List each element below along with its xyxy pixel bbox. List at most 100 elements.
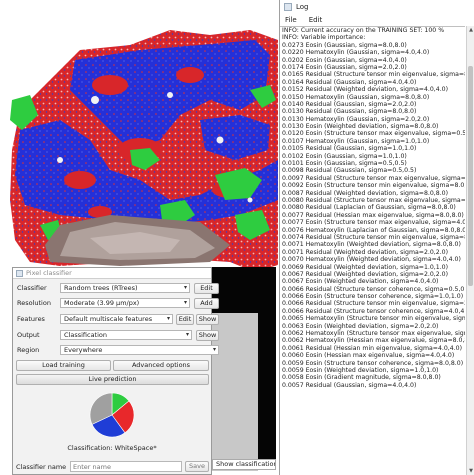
classifier-select-value: Random trees (RTrees)	[64, 284, 138, 292]
log-line: 0.0059 Eosin (Weighted deviation, sigma=…	[282, 366, 439, 374]
features-show-button[interactable]: Show	[196, 314, 219, 325]
log-line: 0.0130 Hematoxylin (Gaussian, sigma=2.0,…	[282, 115, 430, 123]
output-select-value: Classification	[64, 331, 108, 339]
log-line: 0.0102 Eosin (Gaussian, sigma=1.0,1.0)	[282, 152, 407, 160]
show-classification-select[interactable]: Show classification	[212, 459, 276, 470]
log-line: 0.0130 Residual (Gaussian, sigma=8.0,8.0…	[282, 108, 417, 116]
log-line: 0.0066 Residual (Structure tensor cohere…	[282, 285, 465, 293]
menu-edit[interactable]: Edit	[309, 16, 323, 24]
chevron-down-icon: ▾	[185, 331, 189, 338]
chevron-down-icon: ▾	[183, 284, 187, 291]
load-training-button[interactable]: Load training	[16, 360, 111, 371]
log-line: INFO: Current accuracy on the TRAINING S…	[282, 27, 445, 34]
log-line: 0.0058 Eosin (Gradient magnitude, sigma=…	[282, 374, 441, 382]
output-show-button[interactable]: Show	[196, 330, 219, 341]
resolution-add-button[interactable]: Add	[194, 298, 219, 309]
log-line: 0.0087 Residual (Weighted deviation, sig…	[282, 189, 449, 197]
log-line: 0.0202 Eosin (Gaussian, sigma=4.0,4.0)	[282, 56, 407, 64]
log-line: 0.0066 Eosin (Structure tensor coherence…	[282, 293, 464, 301]
log-line: 0.0165 Residual (Structure tensor min ei…	[282, 71, 465, 79]
scroll-up-icon[interactable]: ▲	[467, 27, 474, 33]
log-line: 0.0074 Residual (Structure tensor min ei…	[282, 233, 465, 241]
log-line: 0.0061 Residual (Hessian min eigenvalue,…	[282, 344, 463, 352]
region-select-value: Everywhere	[64, 346, 103, 354]
classifier-edit-button[interactable]: Edit	[194, 283, 219, 294]
app-icon	[16, 269, 23, 277]
region-label: Region	[17, 346, 40, 354]
log-line: 0.0273 Eosin (Gaussian, sigma=8.0,8.0)	[282, 41, 407, 49]
log-line: 0.0080 Residual (Laplacian of Gaussian, …	[282, 204, 456, 212]
log-line: 0.0174 Eosin (Gaussian, sigma=2.0,2.0)	[282, 63, 407, 71]
log-window: Log File Edit INFO: Current accuracy on …	[279, 0, 474, 475]
log-line: 0.0097 Residual (Structure tensor max ei…	[282, 174, 465, 182]
log-line: 0.0164 Residual (Gaussian, sigma=4.0,4.0…	[282, 78, 417, 86]
log-line: 0.0092 Eosin (Structure tensor min eigen…	[282, 182, 465, 190]
log-line: 0.0130 Eosin (Weighted deviation, sigma=…	[282, 123, 439, 131]
log-titlebar[interactable]: Log	[280, 0, 474, 14]
scroll-down-icon[interactable]: ▼	[467, 468, 474, 474]
classification-status: Classification: WhiteSpace*	[67, 444, 157, 452]
app-icon	[284, 3, 292, 11]
log-line: 0.0065 Hematoxylin (Structure tensor min…	[282, 315, 465, 323]
window-title: Pixel classifier	[26, 269, 72, 277]
log-line: 0.0067 Residual (Weighted deviation, sig…	[282, 270, 449, 278]
log-line: 0.0080 Residual (Structure tensor max ei…	[282, 196, 465, 204]
log-line: 0.0077 Eosin (Structure tensor max eigen…	[282, 219, 465, 227]
log-line: 0.0063 Eosin (Weighted deviation, sigma=…	[282, 322, 439, 330]
log-line: 0.0057 Residual (Gaussian, sigma=4.0,4.0…	[282, 381, 417, 389]
log-title: Log	[296, 3, 309, 11]
show-classification-value: Show classification	[216, 460, 276, 468]
classifier-name-input[interactable]	[70, 461, 182, 472]
log-line: 0.0150 Hematoxylin (Gaussian, sigma=8.0,…	[282, 93, 430, 101]
chevron-down-icon: ▾	[183, 299, 187, 306]
output-select[interactable]: Classification ▾	[60, 330, 192, 340]
classifier-select[interactable]: Random trees (RTrees) ▾	[60, 283, 190, 293]
log-line: 0.0107 Hematoxylin (Gaussian, sigma=1.0,…	[282, 137, 430, 145]
menu-file[interactable]: File	[285, 16, 297, 24]
log-line: 0.0098 Residual (Gaussian, sigma=0.5,0.5…	[282, 167, 417, 175]
pixel-classifier-window: Pixel classifier Classifier Random trees…	[12, 267, 219, 475]
chevron-down-icon: ▾	[212, 346, 216, 353]
classifier-name-label: Classifier name	[16, 463, 67, 471]
live-prediction-button[interactable]: Live prediction	[16, 374, 209, 385]
log-line: 0.0069 Residual (Weighted deviation, sig…	[282, 263, 449, 271]
log-line: 0.0105 Residual (Gaussian, sigma=1.0,1.0…	[282, 145, 417, 153]
classifier-label: Classifier	[17, 284, 47, 292]
features-select[interactable]: Default multiscale features ▾	[60, 314, 173, 324]
features-edit-button[interactable]: Edit	[176, 314, 194, 325]
log-line: 0.0220 Hematoxylin (Gaussian, sigma=4.0,…	[282, 49, 430, 57]
chevron-down-icon: ▾	[166, 315, 170, 322]
output-label: Output	[17, 331, 40, 339]
log-line: 0.0066 Residual (Structure tensor min ei…	[282, 300, 465, 308]
advanced-options-button[interactable]: Advanced options	[113, 360, 209, 371]
log-line: 0.0101 Eosin (Gaussian, sigma=0.5,0.5)	[282, 160, 407, 168]
log-line: INFO: Variable importance:	[282, 34, 366, 42]
log-line: 0.0152 Residual (Weighted deviation, sig…	[282, 86, 449, 94]
scrollbar-thumb[interactable]	[468, 66, 473, 286]
classification-pie-chart	[89, 392, 135, 438]
log-scrollbar[interactable]: ▲ ▼	[466, 26, 474, 475]
log-line: 0.0066 Residual (Structure tensor cohere…	[282, 307, 465, 315]
log-line: 0.0067 Eosin (Weighted deviation, sigma=…	[282, 278, 439, 286]
log-text-area[interactable]: INFO: Current accuracy on the TRAINING S…	[280, 26, 465, 475]
log-line: 0.0120 Eosin (Structure tensor max eigen…	[282, 130, 465, 138]
resolution-select[interactable]: Moderate (3.99 µm/px) ▾	[60, 298, 190, 308]
log-line: 0.0070 Hematoxylin (Weighted deviation, …	[282, 256, 461, 264]
log-line: 0.0060 Eosin (Hessian max eigenvalue, si…	[282, 352, 455, 360]
log-line: 0.0140 Residual (Gaussian, sigma=2.0,2.0…	[282, 100, 417, 108]
resolution-select-value: Moderate (3.99 µm/px)	[64, 299, 140, 307]
log-line: 0.0059 Eosin (Structure tensor coherence…	[282, 359, 464, 367]
log-line: 0.0071 Residual (Weighted deviation, sig…	[282, 248, 449, 256]
region-select[interactable]: Everywhere ▾	[60, 345, 219, 355]
features-select-value: Default multiscale features	[64, 315, 153, 323]
resolution-label: Resolution	[17, 299, 51, 307]
log-menubar: File Edit	[280, 14, 474, 25]
save-button[interactable]: Save	[185, 461, 209, 472]
features-label: Features	[17, 315, 45, 323]
pixel-classifier-titlebar[interactable]: Pixel classifier	[13, 268, 211, 279]
log-line: 0.0071 Hematoxylin (Weighted deviation, …	[282, 241, 461, 249]
log-line: 0.0062 Hematoxylin (Hessian max eigenval…	[282, 337, 465, 345]
log-line: 0.0062 Hematoxylin (Structure tensor max…	[282, 330, 465, 338]
log-line: 0.0077 Residual (Hessian max eigenvalue,…	[282, 211, 464, 219]
log-line: 0.0076 Hematoxylin (Laplacian of Gaussia…	[282, 226, 465, 234]
